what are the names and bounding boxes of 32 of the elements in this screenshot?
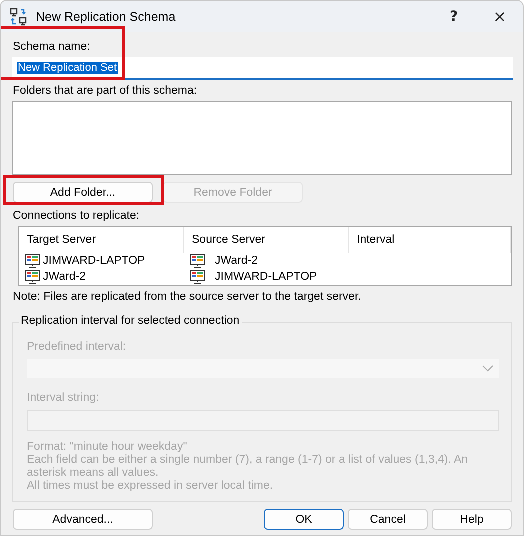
help-text: Each field can be either a single number (7), a range (1-7) or a list of values (1,3,4). An asterisk means all values. [27, 454, 470, 480]
column-header[interactable]: Interval [349, 227, 511, 253]
help-text: All times must be expressed in server local time. [27, 480, 274, 493]
computer-icon [25, 254, 40, 268]
folder-button[interactable]: Add Folder... [13, 182, 153, 203]
folder-list[interactable] [12, 101, 512, 175]
dialog-button[interactable]: Cancel [348, 509, 428, 530]
note-text: Note: Files are replicated from the source server to the target server. [13, 291, 362, 303]
dialog-button[interactable]: Help [432, 509, 512, 530]
field-label: Interval string: [27, 392, 100, 406]
dialog-button[interactable]: Advanced... [13, 509, 153, 530]
help-text: Format: "minute hour weekday" [27, 441, 188, 454]
schema-name-field[interactable]: New Replication Set [12, 57, 513, 80]
field-label: Schema name: [12, 40, 92, 55]
chevron-down-icon [482, 364, 494, 372]
column-header[interactable]: Target Server [19, 227, 184, 253]
table-cell: JWard-2 [43, 271, 86, 283]
window-title: New Replication Schema [36, 10, 177, 24]
field-label: Connections to replicate: [12, 209, 141, 224]
help-button[interactable]: ? [431, 1, 477, 32]
close-button[interactable]: × [477, 1, 523, 32]
field-label: Folders that are part of this schema: [12, 84, 198, 99]
field-label: Predefined interval: [27, 341, 128, 355]
table-cell: JIMWARD-LAPTOP [43, 255, 146, 267]
schema-name-value: New Replication Set [17, 62, 118, 74]
group-title: Replication interval for selected connection [19, 315, 242, 327]
computer-icon [190, 254, 205, 268]
dialog-button[interactable]: OK [264, 509, 344, 530]
table-cell: JIMWARD-LAPTOP [215, 271, 318, 283]
column-header[interactable]: Source Server [184, 227, 349, 253]
table-cell: JWard-2 [215, 255, 258, 267]
network-computers-icon [10, 8, 28, 26]
